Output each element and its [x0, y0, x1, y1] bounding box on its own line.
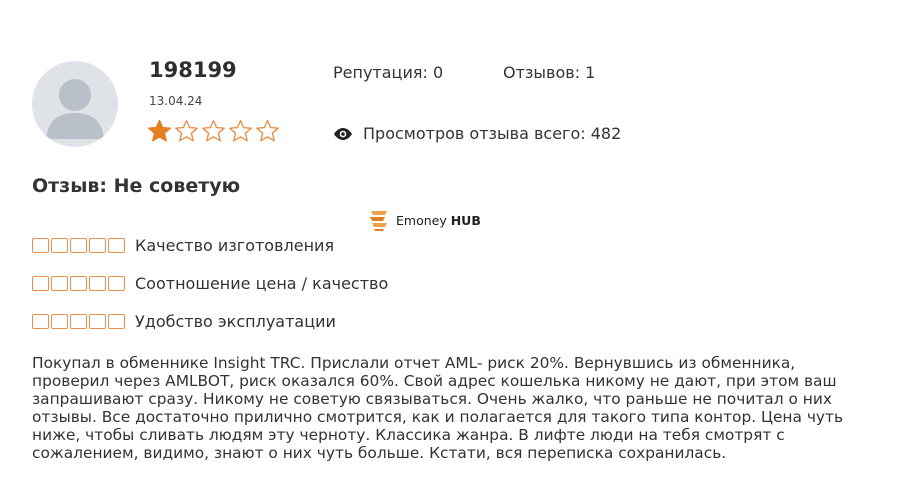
score-box	[89, 275, 106, 291]
criteria-row: Качество изготовления	[32, 226, 388, 264]
star-rating	[147, 119, 280, 143]
score-box	[108, 237, 125, 253]
criteria-row: Удобство эксплуатации	[32, 302, 388, 340]
review-title: Отзыв: Не советую	[32, 175, 241, 197]
reviews-count-stat: Отзывов: 1	[503, 63, 596, 82]
score-box	[32, 313, 49, 329]
criteria-label: Удобство эксплуатации	[135, 311, 336, 331]
criteria-label: Качество изготовления	[135, 235, 335, 255]
score-box	[108, 313, 125, 329]
views-label: Просмотров отзыва всего: 482	[363, 124, 622, 143]
brand-name-bold: HUB	[450, 212, 481, 228]
bottom-fade	[0, 470, 914, 482]
views-stat: Просмотров отзыва всего: 482	[333, 124, 621, 143]
star-empty-icon	[175, 119, 198, 142]
score-box	[51, 237, 68, 253]
score-box	[32, 237, 49, 253]
criteria-list: Качество изготовления Соотношение цена / …	[32, 226, 388, 340]
criteria-row: Соотношение цена / качество	[32, 264, 388, 302]
review-date: 13.04.24	[149, 94, 203, 108]
eye-icon	[334, 127, 352, 140]
avatar[interactable]	[32, 61, 118, 147]
criteria-score-boxes	[32, 313, 125, 329]
score-box	[108, 275, 125, 291]
reputation-stat: Репутация: 0	[333, 63, 444, 82]
username[interactable]: 198199	[149, 58, 237, 82]
user-avatar-icon	[46, 79, 104, 139]
score-box	[89, 237, 106, 253]
review-body-line: отзывы. Все достаточно прилично смотритс…	[32, 408, 844, 426]
criteria-label: Соотношение цена / качество	[135, 273, 389, 293]
criteria-score-boxes	[32, 275, 125, 291]
review-body-line: запрашивают сразу. Никому не советую свя…	[32, 390, 832, 408]
score-box	[51, 313, 68, 329]
score-box	[70, 275, 87, 291]
star-empty-icon	[256, 119, 279, 142]
review-body-line: проверил через AMLBOT, риск оказался 60%…	[32, 372, 837, 390]
score-box	[70, 237, 87, 253]
score-box	[32, 275, 49, 291]
score-box	[89, 313, 106, 329]
review-body-line: Покупал в обменнике Insight TRC. Прислал…	[32, 354, 796, 372]
criteria-score-boxes	[32, 237, 125, 253]
star-empty-icon	[202, 119, 225, 142]
review-body-line: сожалением, видимо, знают о них чуть бол…	[32, 444, 727, 462]
star-filled-icon	[148, 119, 171, 142]
review-body-line: ниже, чтобы сливать людям эту черноту. К…	[32, 426, 785, 444]
brand-name: Emoney HUB	[396, 213, 481, 228]
score-box	[51, 275, 68, 291]
score-box	[70, 313, 87, 329]
star-empty-icon	[229, 119, 252, 142]
brand-name-plain: Emoney	[396, 212, 451, 228]
review-body: Покупал в обменнике Insight TRC. Прислал…	[32, 354, 892, 462]
